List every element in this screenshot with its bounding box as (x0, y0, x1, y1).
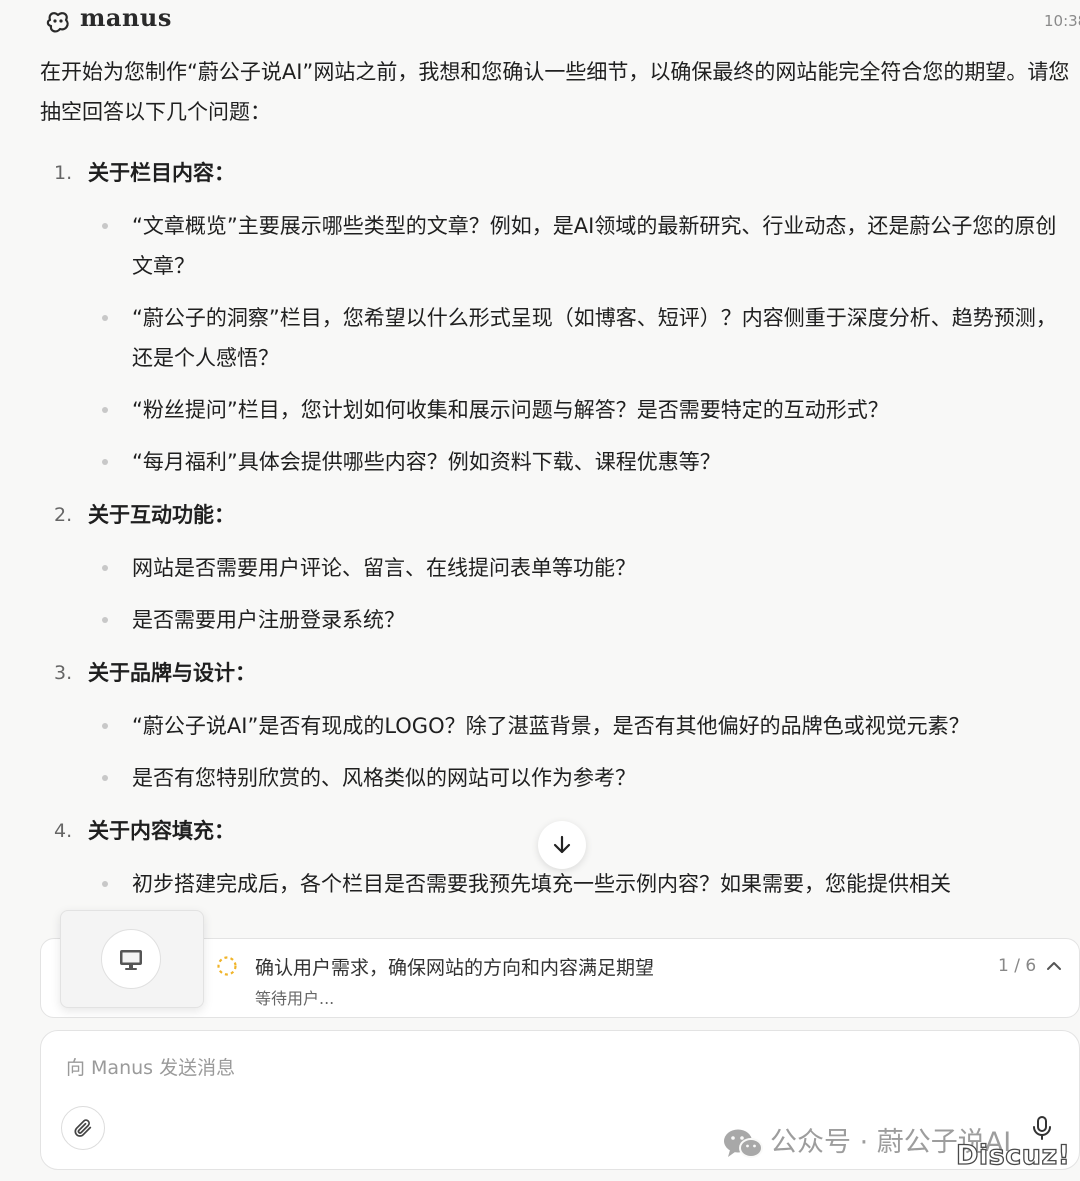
computer-button[interactable] (101, 929, 161, 989)
task-progress-count: 1 / 6 (998, 956, 1037, 976)
scroll-to-bottom-button[interactable] (538, 821, 586, 869)
section-heading: 2. 关于互动功能： (40, 498, 1070, 532)
question-item: “每月福利”具体会提供哪些内容？例如资料下载、课程优惠等？ (40, 442, 1070, 482)
question-list: 初步搭建完成后，各个栏目是否需要我预先填充一些示例内容？如果需要，您能提供相关 (40, 864, 1070, 904)
question-item: 是否有您特别欣赏的、风格类似的网站可以作为参考？ (40, 758, 1070, 798)
message-input[interactable] (66, 1052, 966, 1084)
question-list: 网站是否需要用户评论、留言、在线提问表单等功能？ 是否需要用户注册登录系统？ (40, 548, 1070, 640)
section-number: 3. (54, 662, 73, 684)
computer-preview-card[interactable] (60, 910, 204, 1008)
section-number: 2. (54, 504, 73, 526)
monitor-icon (120, 950, 142, 970)
question-item: 网站是否需要用户评论、留言、在线提问表单等功能？ (40, 548, 1070, 588)
task-status: 等待用户... (255, 989, 335, 1008)
section-title: 关于品牌与设计： (88, 661, 256, 685)
question-item: “文章概览”主要展示哪些类型的文章？例如，是AI领域的最新研究、行业动态，还是蔚… (40, 206, 1070, 286)
arrow-down-icon (553, 835, 571, 854)
question-item: 初步搭建完成后，各个栏目是否需要我预先填充一些示例内容？如果需要，您能提供相关 (40, 864, 1070, 904)
question-item: “蔚公子说AI”是否有现成的LOGO？除了湛蓝背景，是否有其他偏好的品牌色或视觉… (40, 706, 1070, 746)
question-item: “粉丝提问”栏目，您计划如何收集和展示问题与解答？是否需要特定的互动形式？ (40, 390, 1070, 430)
question-list: “文章概览”主要展示哪些类型的文章？例如，是AI领域的最新研究、行业动态，还是蔚… (40, 206, 1070, 482)
discuz-watermark: Discuz! (955, 1139, 1071, 1171)
question-section: 2. 关于互动功能： 网站是否需要用户评论、留言、在线提问表单等功能？ 是否需要用户注… (40, 498, 1070, 640)
task-title: 确认用户需求，确保网站的方向和内容满足期望 (255, 957, 655, 979)
message-intro: 在开始为您制作“蔚公子说AI”网站之前，我想和您确认一些细节，以确保最终的网站能… (40, 60, 1070, 124)
section-heading: 1. 关于栏目内容： (40, 156, 1070, 190)
assistant-message: 在开始为您制作“蔚公子说AI”网站之前，我想和您确认一些细节，以确保最终的网站能… (40, 52, 1070, 932)
section-number: 1. (54, 162, 73, 184)
section-title: 关于互动功能： (88, 503, 235, 527)
question-item: 是否需要用户注册登录系统？ (40, 600, 1070, 640)
attach-button[interactable] (61, 1106, 105, 1150)
question-section: 1. 关于栏目内容： “文章概览”主要展示哪些类型的文章？例如，是AI领域的最新研究… (40, 156, 1070, 482)
wechat-icon (724, 1129, 763, 1158)
question-section: 3. 关于品牌与设计： “蔚公子说AI”是否有现成的LOGO？除了湛蓝背景，是否有其… (40, 656, 1070, 798)
chevron-up-icon[interactable] (1044, 956, 1064, 976)
app-name: manus (80, 3, 172, 32)
section-title: 关于内容填充： (88, 819, 235, 843)
message-timestamp: 10:38 (1044, 12, 1080, 30)
manus-logo-icon (46, 12, 69, 33)
chat-header: manus 10:38 (0, 0, 1080, 44)
question-list: “蔚公子说AI”是否有现成的LOGO？除了湛蓝背景，是否有其他偏好的品牌色或视觉… (40, 706, 1070, 798)
section-heading: 3. 关于品牌与设计： (40, 656, 1070, 690)
question-item: “蔚公子的洞察”栏目，您希望以什么形式呈现（如博客、短评）？内容侧重于深度分析、… (40, 298, 1070, 378)
microphone-icon (1033, 1116, 1051, 1140)
question-sections: 1. 关于栏目内容： “文章概览”主要展示哪些类型的文章？例如，是AI领域的最新研究… (40, 156, 1070, 904)
section-title: 关于栏目内容： (88, 161, 235, 185)
spinner-icon (217, 956, 237, 976)
paperclip-icon (74, 1119, 92, 1137)
section-number: 4. (54, 820, 73, 842)
